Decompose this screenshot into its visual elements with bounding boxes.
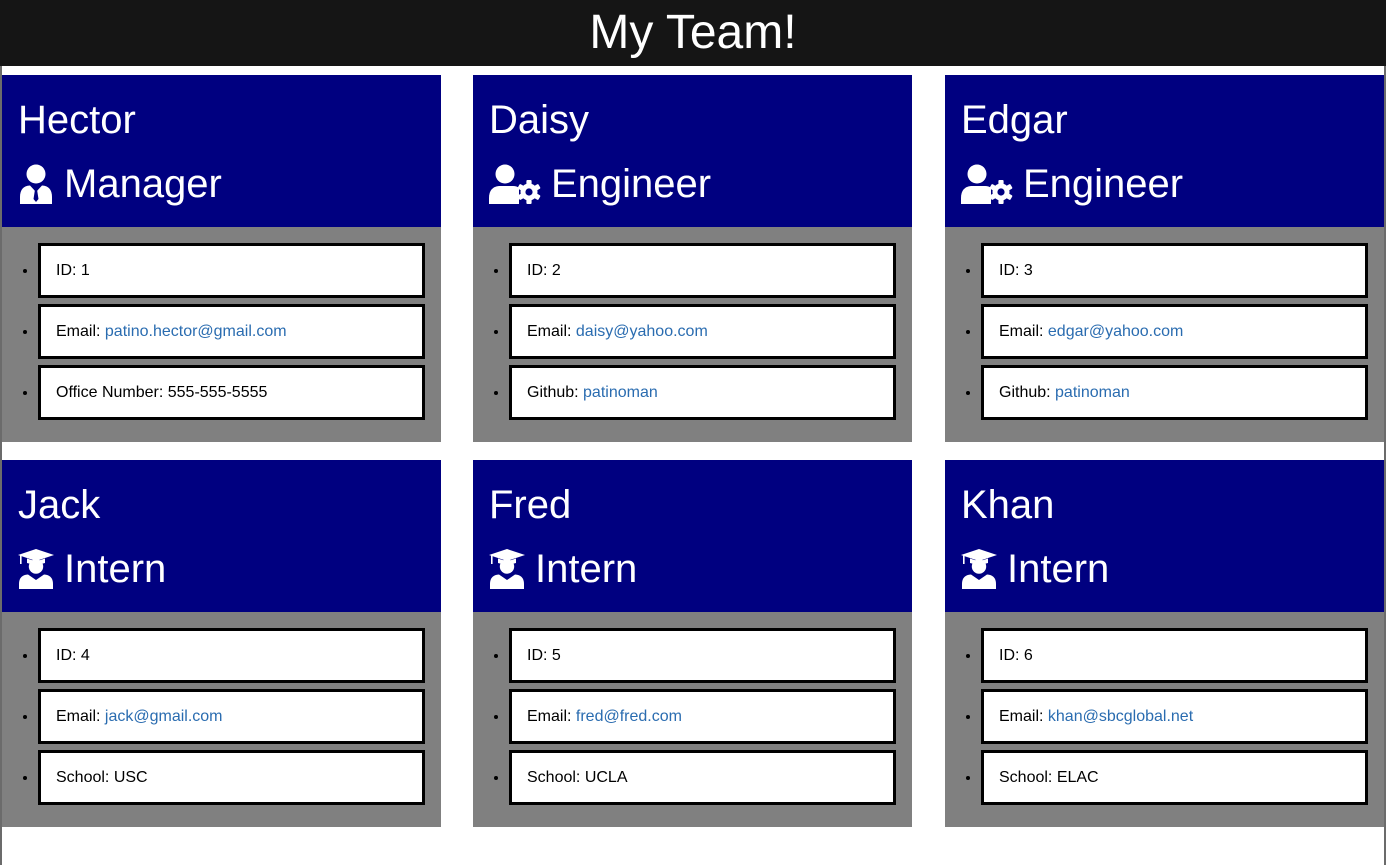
employee-role: Engineer <box>489 161 711 207</box>
intern-graduate-icon <box>961 549 997 589</box>
employee-role-label: Manager <box>64 162 222 206</box>
employee-card: Edgar Engineer ID: 3 Email: e <box>945 75 1384 442</box>
employee-role: Intern <box>18 546 166 592</box>
employee-name: Daisy <box>489 98 590 142</box>
github-link[interactable]: patinoman <box>1055 384 1130 401</box>
employee-school: School: ELAC <box>981 750 1368 805</box>
employee-name: Khan <box>961 483 1055 527</box>
employee-role: Intern <box>489 546 637 592</box>
card-header: Edgar Engineer <box>945 75 1384 227</box>
employee-name: Fred <box>489 483 572 527</box>
employee-info-list: ID: 6 Email: khan@sbcglobal.net School: … <box>945 612 1384 805</box>
card-header: Khan Intern <box>945 460 1384 612</box>
engineer-icon <box>489 164 541 204</box>
employee-email: Email: edgar@yahoo.com <box>981 304 1368 359</box>
card-header: Hector Manager <box>2 75 441 227</box>
email-link[interactable]: khan@sbcglobal.net <box>1048 708 1193 725</box>
page-title: My Team! <box>589 6 797 59</box>
employee-school: School: UCLA <box>509 750 896 805</box>
employee-email: Email: khan@sbcglobal.net <box>981 689 1368 744</box>
employee-info-list: ID: 4 Email: jack@gmail.com School: USC <box>2 612 441 805</box>
employee-card: Fred Intern ID: 5 Email: fred@fred.com S… <box>473 460 912 827</box>
employee-card: Daisy Engineer ID: 2 Email: d <box>473 75 912 442</box>
email-link[interactable]: daisy@yahoo.com <box>576 323 708 340</box>
engineer-icon <box>961 164 1013 204</box>
intern-graduate-icon <box>489 549 525 589</box>
card-header: Jack Intern <box>2 460 441 612</box>
employee-role: Intern <box>961 546 1109 592</box>
card-header: Fred Intern <box>473 460 912 612</box>
employee-card: Jack Intern ID: 4 Email: jack@gmail.com … <box>2 460 441 827</box>
employee-name: Jack <box>18 483 101 527</box>
employee-name: Edgar <box>961 98 1068 142</box>
employee-role-label: Engineer <box>551 162 712 206</box>
github-link[interactable]: patinoman <box>583 384 658 401</box>
employee-role: Engineer <box>961 161 1183 207</box>
employee-email: Email: patino.hector@gmail.com <box>38 304 425 359</box>
manager-icon <box>18 164 54 204</box>
employee-email: Email: fred@fred.com <box>509 689 896 744</box>
email-link[interactable]: jack@gmail.com <box>105 708 223 725</box>
employee-email: Email: jack@gmail.com <box>38 689 425 744</box>
employee-role-label: Intern <box>1007 547 1110 591</box>
email-link[interactable]: patino.hector@gmail.com <box>105 323 287 340</box>
employee-id: ID: 3 <box>981 243 1368 298</box>
employee-id: ID: 5 <box>509 628 896 683</box>
employee-id: ID: 4 <box>38 628 425 683</box>
employee-info-list: ID: 2 Email: daisy@yahoo.com Github: pat… <box>473 227 912 420</box>
employee-id: ID: 1 <box>38 243 425 298</box>
email-link[interactable]: edgar@yahoo.com <box>1048 323 1183 340</box>
employee-info-list: ID: 3 Email: edgar@yahoo.com Github: pat… <box>945 227 1384 420</box>
employee-school: School: USC <box>38 750 425 805</box>
employee-role-label: Intern <box>64 547 167 591</box>
employee-email: Email: daisy@yahoo.com <box>509 304 896 359</box>
employee-role-label: Intern <box>535 547 638 591</box>
employee-github: Github: patinoman <box>509 365 896 420</box>
card-header: Daisy Engineer <box>473 75 912 227</box>
employee-info-list: ID: 5 Email: fred@fred.com School: UCLA <box>473 612 912 805</box>
employee-github: Github: patinoman <box>981 365 1368 420</box>
employee-name: Hector <box>18 98 136 142</box>
page-header: My Team! <box>0 0 1386 66</box>
intern-graduate-icon <box>18 549 54 589</box>
employee-card: Khan Intern ID: 6 Email: khan@sbcglobal.… <box>945 460 1384 827</box>
employee-office-number: Office Number: 555-555-5555 <box>38 365 425 420</box>
employee-card: Hector Manager ID: 1 Email: patino.hecto… <box>2 75 441 442</box>
employee-info-list: ID: 1 Email: patino.hector@gmail.com Off… <box>2 227 441 420</box>
email-link[interactable]: fred@fred.com <box>576 708 682 725</box>
employee-id: ID: 2 <box>509 243 896 298</box>
employee-role-label: Engineer <box>1023 162 1184 206</box>
employee-id: ID: 6 <box>981 628 1368 683</box>
employee-role: Manager <box>18 161 222 207</box>
